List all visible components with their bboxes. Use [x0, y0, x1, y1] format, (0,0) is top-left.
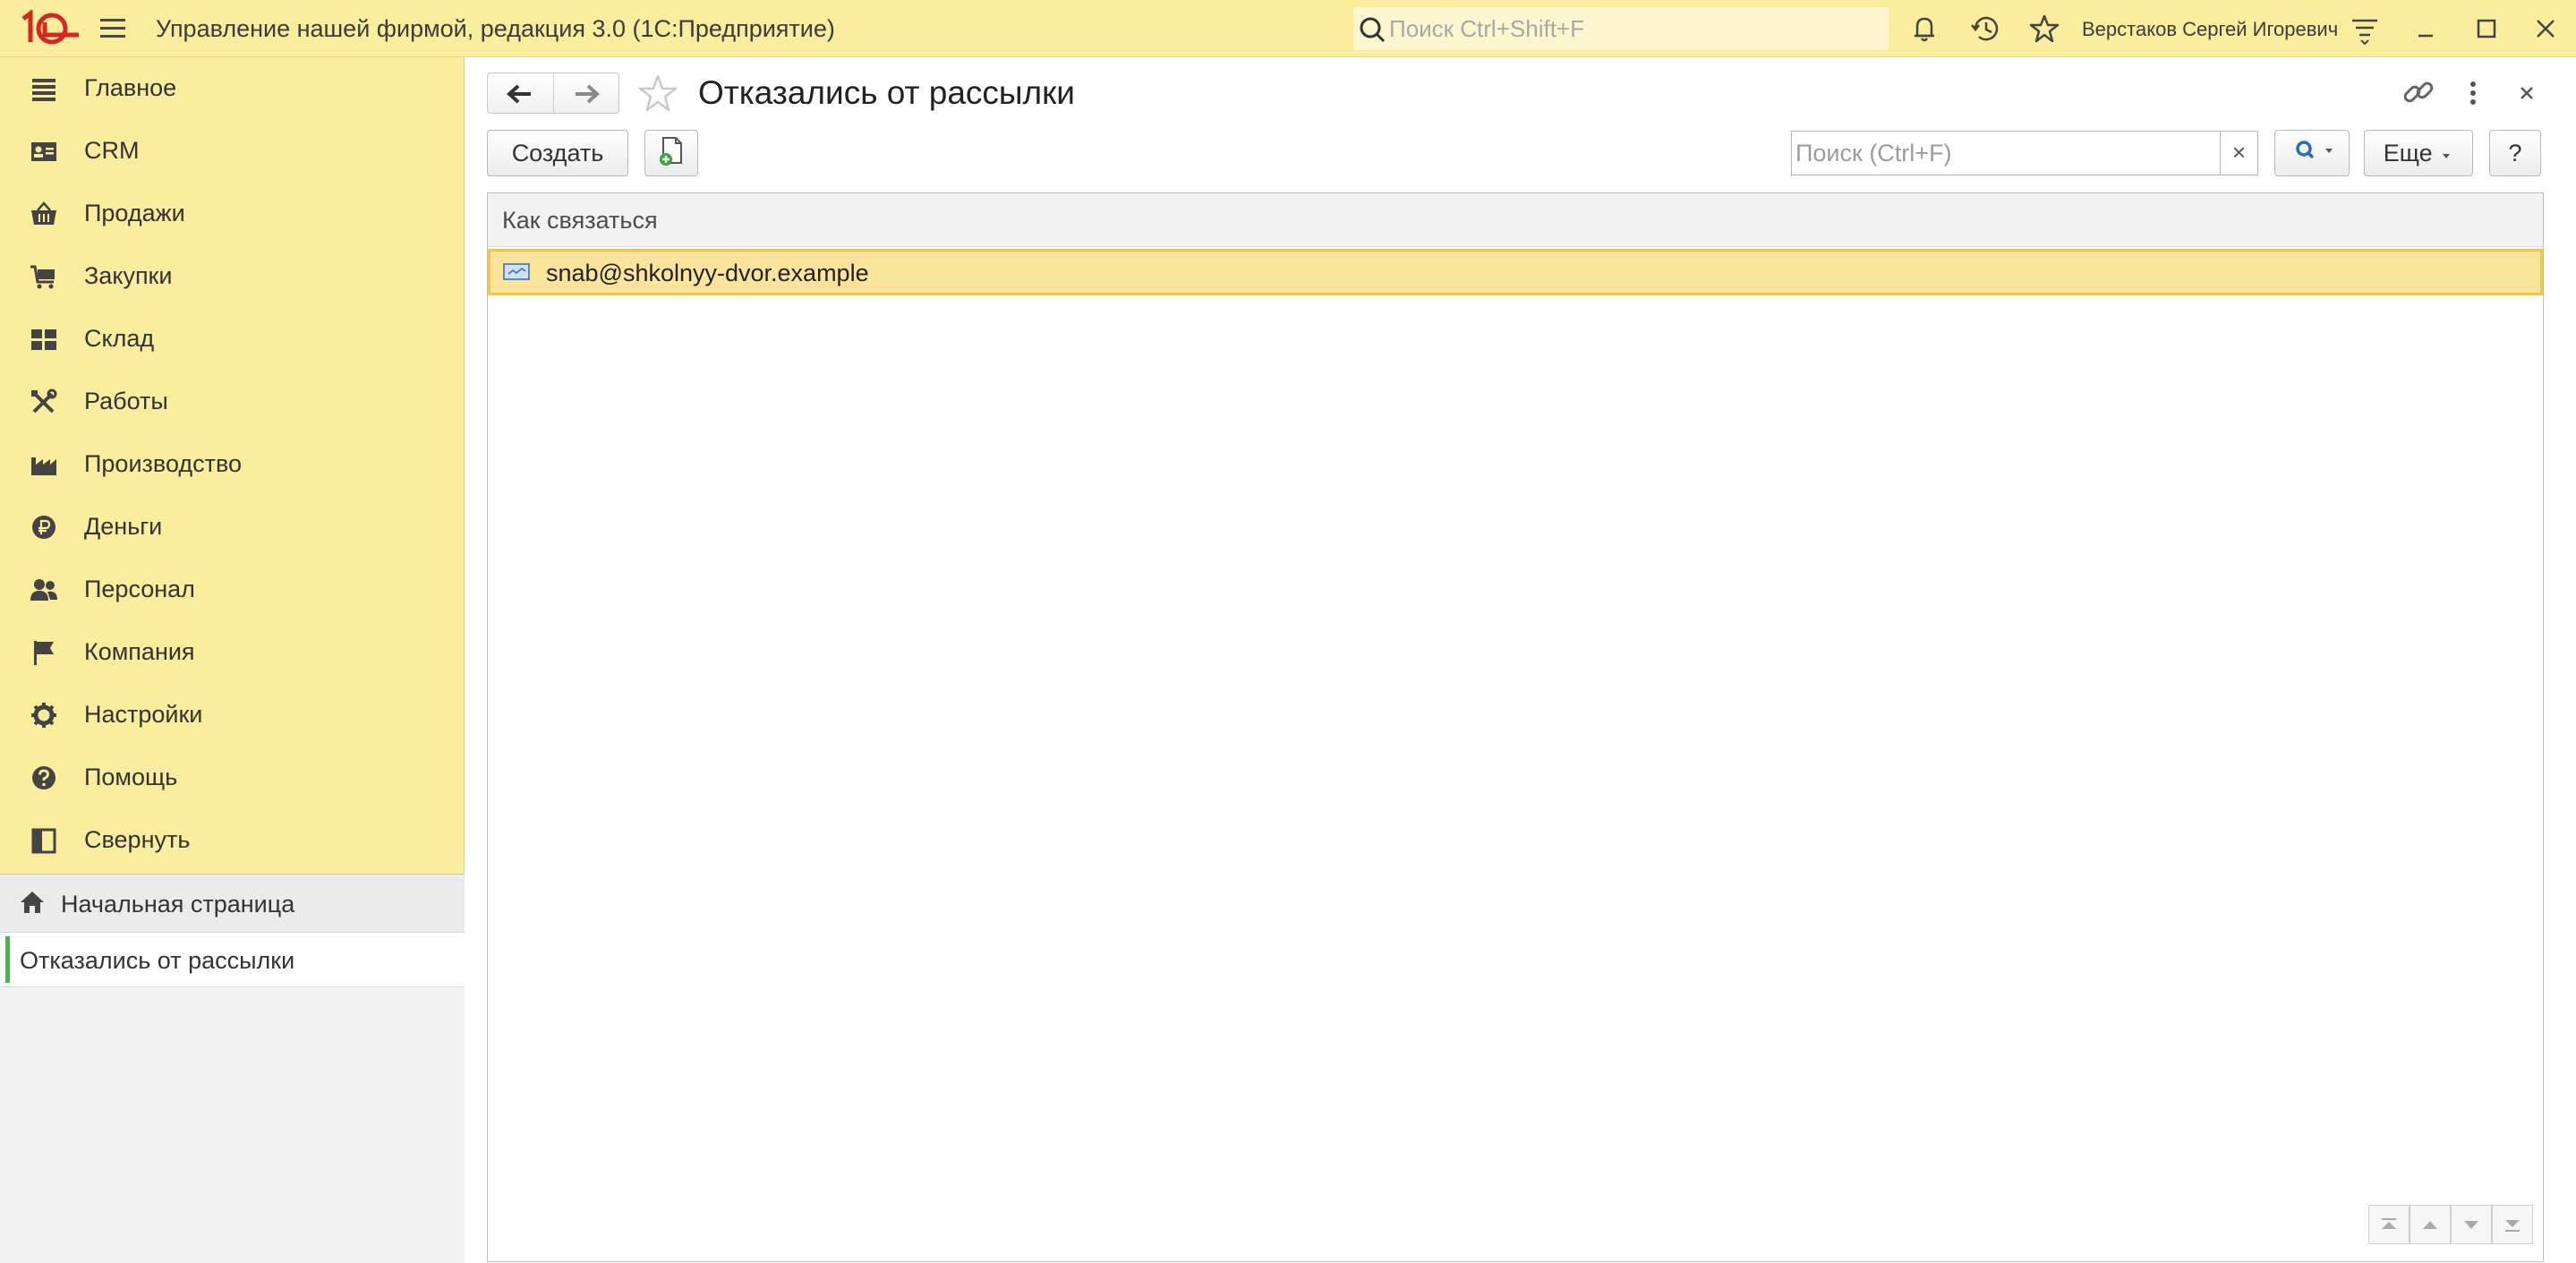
- sidebar-item-label: Закупки: [84, 262, 173, 289]
- sidebar-item-label: Помощь: [84, 764, 178, 790]
- sidebar-item-help[interactable]: Помощь: [0, 747, 465, 809]
- sidebar-item-crm[interactable]: CRM: [0, 120, 465, 183]
- maximize-icon[interactable]: [2469, 11, 2504, 47]
- open-page-label: Отказались от рассылки: [20, 947, 295, 974]
- factory-icon: [29, 450, 59, 479]
- sidebar-item-personnel[interactable]: Персонал: [0, 559, 465, 621]
- list-icon: [29, 74, 59, 103]
- contact-cell: snab@shkolnyy-dvor.example: [546, 260, 869, 286]
- notifications-bell-icon[interactable]: [1906, 11, 1942, 47]
- flag-icon: [29, 638, 59, 667]
- sidebar-item-label: Работы: [84, 388, 168, 414]
- table-header: Как связаться: [488, 193, 2543, 247]
- search-icon: [2296, 140, 2333, 158]
- sidebar-item-warehouse[interactable]: Склад: [0, 308, 465, 371]
- more-actions-icon[interactable]: [2453, 73, 2493, 113]
- copy-document-icon: [660, 136, 682, 166]
- more-button[interactable]: Еще: [2364, 130, 2473, 176]
- close-window-icon[interactable]: [2528, 11, 2563, 47]
- sidebar-item-money[interactable]: Деньги: [0, 496, 465, 559]
- sidebar-item-label: Главное: [84, 74, 177, 101]
- favorites-star-icon[interactable]: [2026, 11, 2062, 47]
- sidebar-item-label: Склад: [84, 325, 155, 352]
- open-windows-panel: Начальная страница Отказались от рассылк…: [0, 874, 465, 1263]
- contacts-table: Как связаться snab@shkolnyy-dvor.example: [487, 192, 2544, 1262]
- cart-icon: [29, 262, 59, 291]
- email-icon: [503, 262, 532, 282]
- scroll-to-top-icon[interactable]: [2368, 1205, 2410, 1244]
- contact-card-icon: [29, 137, 59, 166]
- list-search-input[interactable]: [1796, 137, 2207, 169]
- scroll-down-icon[interactable]: [2451, 1205, 2492, 1244]
- sidebar-item-company[interactable]: Компания: [0, 621, 465, 684]
- current-user[interactable]: Верстаков Сергей Игоревич: [2082, 18, 2338, 41]
- sidebar-item-purchases[interactable]: Закупки: [0, 245, 465, 308]
- create-button[interactable]: Создать: [487, 130, 628, 176]
- clear-search-button[interactable]: ×: [2221, 131, 2258, 175]
- sidebar-item-label: Персонал: [84, 576, 195, 602]
- global-search-input[interactable]: [1389, 13, 1872, 45]
- list-search[interactable]: [1791, 131, 2221, 175]
- sidebar-item-label: Деньги: [84, 513, 163, 540]
- sidebar-item-collapse[interactable]: Свернуть: [0, 809, 465, 872]
- help-icon: [29, 764, 59, 792]
- more-button-label: Еще: [2383, 140, 2433, 166]
- sidebar-item-label: Настройки: [84, 701, 203, 728]
- column-header-contact[interactable]: Как связаться: [502, 207, 658, 235]
- sidebar-item-production[interactable]: Производство: [0, 433, 465, 496]
- history-navigation: [487, 73, 619, 114]
- help-button[interactable]: ?: [2489, 130, 2541, 176]
- add-to-favorites-star-icon[interactable]: [635, 72, 680, 116]
- scroll-up-icon[interactable]: [2410, 1205, 2451, 1244]
- open-page-current[interactable]: Отказались от рассылки: [0, 932, 465, 987]
- copy-button[interactable]: [644, 130, 698, 176]
- sidebar-item-sales[interactable]: Продажи: [0, 183, 465, 245]
- search-options-button[interactable]: [2274, 130, 2350, 176]
- collapse-panel-icon: [29, 826, 59, 855]
- forward-arrow-icon[interactable]: [559, 79, 613, 109]
- sidebar-item-label: Компания: [84, 638, 195, 665]
- 1c-logo-icon: [20, 9, 81, 47]
- table-row[interactable]: snab@shkolnyy-dvor.example: [488, 249, 2543, 295]
- search-icon: [1357, 16, 1389, 43]
- form-title: Отказались от рассылки: [698, 74, 1075, 111]
- close-form-icon[interactable]: [2507, 73, 2546, 113]
- basket-icon: [29, 200, 59, 228]
- sidebar-item-settings[interactable]: Настройки: [0, 684, 465, 747]
- app-title: Управление нашей фирмой, редакция 3.0 (1…: [156, 15, 835, 42]
- form-area: Отказались от рассылки Создать × Еще ? К…: [465, 57, 2576, 1263]
- chevron-down-icon: [2443, 154, 2451, 158]
- minimize-icon[interactable]: [2408, 11, 2444, 47]
- people-icon: [29, 576, 59, 604]
- divider: [553, 73, 554, 113]
- tools-icon: [29, 388, 59, 416]
- sidebar-item-label: Продажи: [84, 200, 185, 226]
- sidebar-item-works[interactable]: Работы: [0, 371, 465, 433]
- gear-icon: [29, 701, 59, 730]
- warehouse-grid-icon: [29, 325, 59, 354]
- link-icon[interactable]: [2399, 73, 2438, 113]
- scroll-to-bottom-icon[interactable]: [2492, 1205, 2533, 1244]
- active-indicator: [5, 936, 10, 983]
- home-icon: [18, 889, 47, 916]
- history-icon[interactable]: [1967, 11, 2003, 47]
- sections-panel: Главное CRM Продажи Закупки Склад Работы…: [0, 57, 465, 1263]
- sidebar-item-label: CRM: [84, 137, 140, 164]
- open-page-label: Начальная страница: [61, 891, 295, 917]
- back-arrow-icon[interactable]: [493, 79, 547, 109]
- sidebar-item-label: Свернуть: [84, 826, 191, 853]
- sidebar-item-main[interactable]: Главное: [0, 57, 465, 120]
- sidebar-item-label: Производство: [84, 450, 243, 477]
- ruble-icon: [29, 513, 59, 542]
- open-page-home[interactable]: Начальная страница: [0, 875, 465, 932]
- main-menu-icon[interactable]: [97, 14, 129, 43]
- settings-menu-icon[interactable]: [2347, 11, 2383, 47]
- global-search[interactable]: [1353, 7, 1889, 50]
- title-bar: Управление нашей фирмой, редакция 3.0 (1…: [0, 0, 2576, 57]
